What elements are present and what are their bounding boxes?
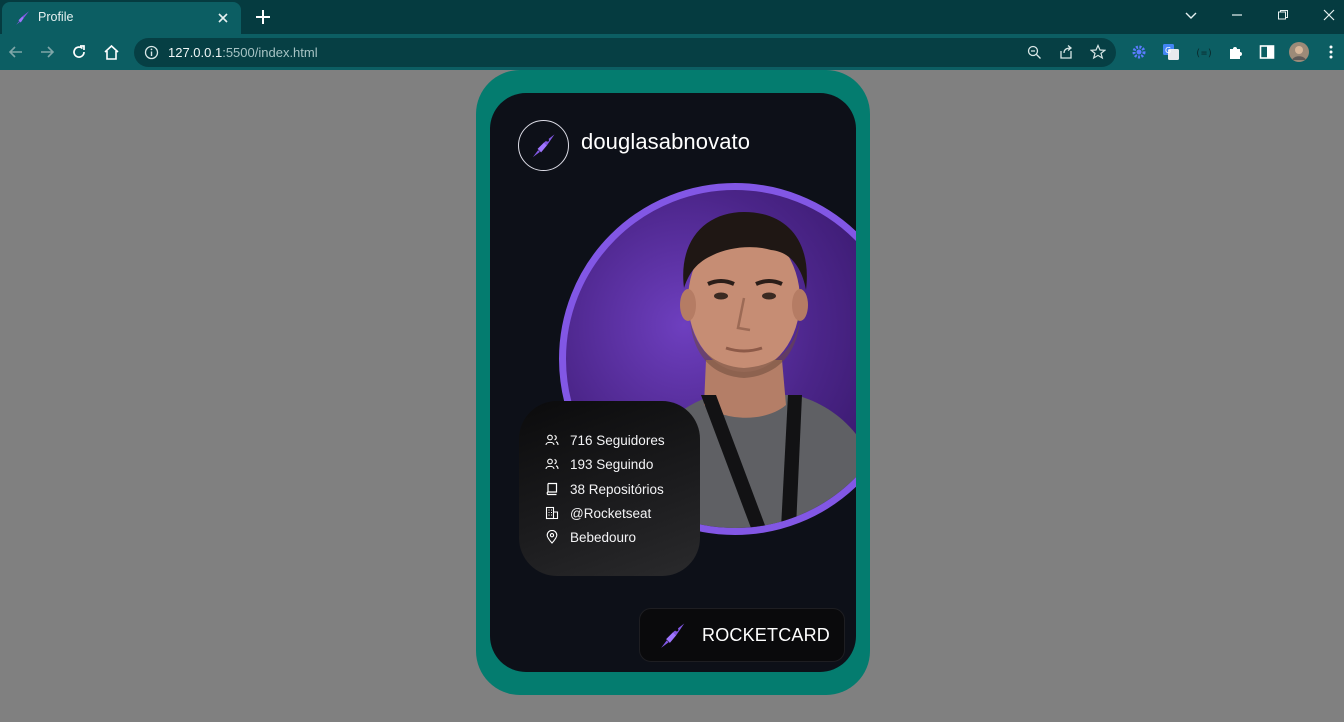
stat-company-text: @Rocketseat bbox=[570, 505, 652, 521]
rocketcard-brand-badge: ROCKETCARD bbox=[639, 608, 845, 662]
tab-title: Profile bbox=[38, 10, 74, 24]
url-host: 127.0.0.1 bbox=[168, 45, 223, 60]
browser-tab-bar: Profile bbox=[0, 0, 1344, 34]
back-icon[interactable] bbox=[4, 40, 28, 64]
profile-stats-panel: 716 Seguidores 193 Seguindo 38 Repositór… bbox=[519, 401, 700, 576]
reload-icon[interactable] bbox=[67, 40, 91, 64]
restore-icon[interactable] bbox=[1260, 0, 1306, 30]
browser-tab[interactable]: Profile bbox=[2, 2, 241, 34]
side-panel-icon[interactable] bbox=[1257, 42, 1277, 62]
address-bar[interactable]: 127.0.0.1:5500/index.html bbox=[134, 38, 1116, 67]
tab-search-icon[interactable] bbox=[1168, 0, 1214, 30]
extension-tag-icon[interactable]: (=) bbox=[1193, 42, 1213, 62]
stat-repositories: 38 Repositórios bbox=[545, 479, 664, 499]
stat-following-text: 193 Seguindo bbox=[570, 456, 654, 472]
stat-location-text: Bebedouro bbox=[570, 529, 637, 545]
new-tab-icon[interactable] bbox=[252, 6, 274, 28]
rocket-icon bbox=[661, 623, 685, 648]
building-icon bbox=[545, 506, 559, 520]
book-icon bbox=[545, 482, 559, 496]
rocketcard-frame: douglasabnovato 716 Seguidores 193 Segui… bbox=[476, 70, 870, 695]
rocket-icon bbox=[532, 133, 554, 157]
users-icon bbox=[545, 457, 559, 471]
rocket-favicon-icon bbox=[16, 11, 29, 25]
close-tab-icon[interactable] bbox=[213, 8, 233, 28]
svg-text:(=): (=) bbox=[1195, 48, 1212, 59]
share-icon[interactable] bbox=[1056, 42, 1076, 62]
stat-location: Bebedouro bbox=[545, 527, 636, 547]
extension-gear-icon[interactable] bbox=[1129, 42, 1149, 62]
stat-company: @Rocketseat bbox=[545, 503, 651, 523]
brand-label: ROCKETCARD bbox=[702, 625, 831, 645]
users-icon bbox=[545, 433, 559, 447]
extensions-puzzle-icon[interactable] bbox=[1225, 42, 1245, 62]
browser-menu-icon[interactable] bbox=[1321, 42, 1341, 62]
url-text: 127.0.0.1:5500/index.html bbox=[168, 45, 318, 60]
map-pin-icon bbox=[545, 530, 559, 544]
zoom-icon[interactable] bbox=[1024, 42, 1044, 62]
svg-text:G: G bbox=[1165, 46, 1171, 55]
rocketcard: douglasabnovato 716 Seguidores 193 Segui… bbox=[490, 93, 856, 672]
stat-followers-text: 716 Seguidores bbox=[570, 432, 665, 448]
minimize-icon[interactable] bbox=[1214, 0, 1260, 30]
rocket-logo-avatar bbox=[518, 120, 569, 171]
bookmark-star-icon[interactable] bbox=[1088, 42, 1108, 62]
profile-username: douglasabnovato bbox=[581, 129, 751, 154]
translate-icon[interactable]: G bbox=[1161, 42, 1181, 62]
url-path: :5500/index.html bbox=[222, 45, 318, 60]
browser-toolbar: 127.0.0.1:5500/index.html G (=) bbox=[0, 34, 1344, 70]
stat-following: 193 Seguindo bbox=[545, 454, 653, 474]
profile-avatar-icon[interactable] bbox=[1289, 42, 1309, 62]
stat-followers: 716 Seguidores bbox=[545, 430, 665, 450]
close-window-icon[interactable] bbox=[1306, 0, 1344, 30]
stat-repositories-text: 38 Repositórios bbox=[570, 481, 664, 497]
home-icon[interactable] bbox=[99, 40, 123, 64]
site-info-icon[interactable] bbox=[144, 45, 159, 60]
forward-icon[interactable] bbox=[35, 40, 59, 64]
